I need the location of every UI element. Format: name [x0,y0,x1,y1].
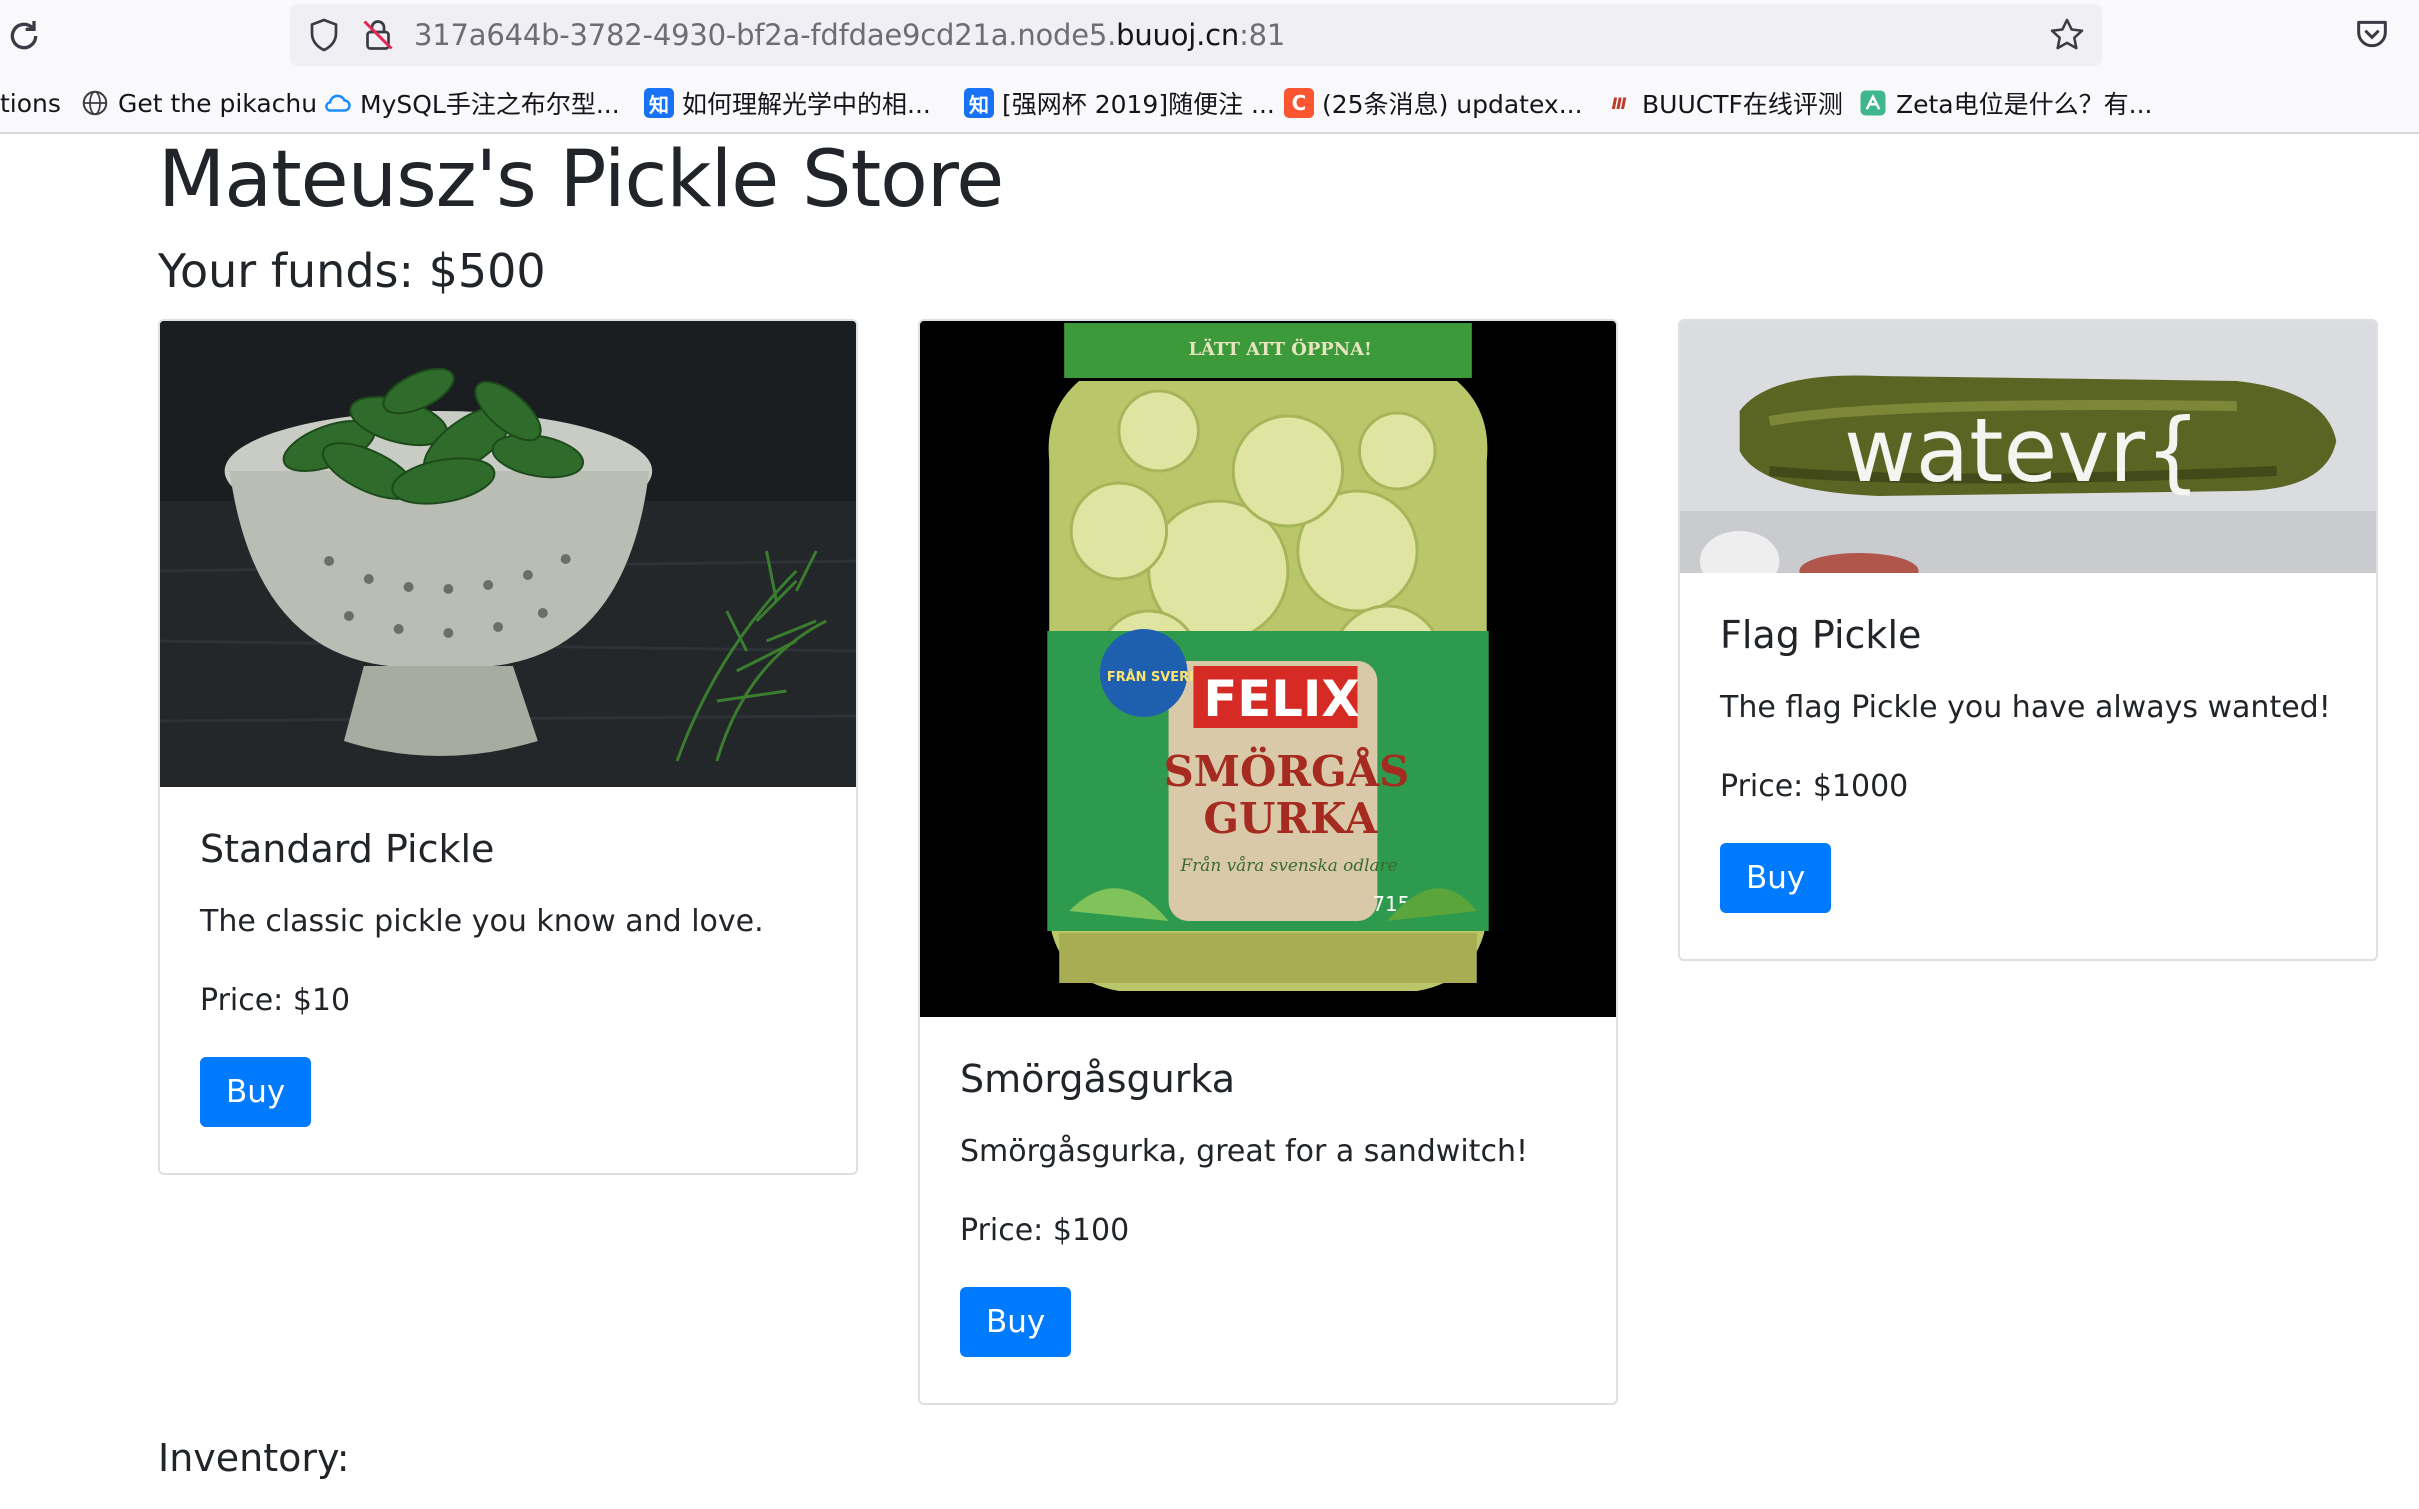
smorgasgurka-jar-image: LÄTT ATT ÖPPNA! FRÅN SVERIGE FELIX SMÖRG… [920,321,1616,1017]
product-card: watevr{ Flag Pickle The flag Pickle you … [1678,319,2378,961]
product-card: Standard Pickle The classic pickle you k… [158,319,858,1175]
product-name: Flag Pickle [1720,613,1922,657]
flag-pickle-text: watevr{ [1844,400,2201,502]
bookmark-star-icon[interactable] [2048,16,2086,54]
url-host: buuoj.cn [1116,18,1240,52]
browser-chrome: 317a644b-3782-4930-bf2a-fdfdae9cd21a.nod… [0,0,2419,134]
jar-product-line2: GURKA [1203,794,1377,843]
bookmark-item[interactable]: tions [0,84,61,122]
jar-brand-text: FELIX [1203,670,1359,728]
cloud-icon [325,94,351,112]
buuoj-icon: Ⅲ [1611,93,1627,113]
address-bar[interactable]: 317a644b-3782-4930-bf2a-fdfdae9cd21a.nod… [290,4,2102,66]
product-description: Smörgåsgurka, great for a sandwitch! [960,1133,1528,1169]
product-card: LÄTT ATT ÖPPNA! FRÅN SVERIGE FELIX SMÖRG… [918,319,1618,1405]
bookmark-item[interactable]: C (25条消息) updatex... [1284,84,1583,122]
bookmark-item[interactable]: Get the pikachu [80,84,317,122]
bookmark-item[interactable]: Zeta电位是什么？有... [1858,84,2152,122]
reload-icon[interactable] [4,16,44,56]
zeta-icon [1860,90,1886,116]
product-description: The flag Pickle you have always wanted! [1720,689,2331,725]
card-body: Flag Pickle The flag Pickle you have alw… [1680,573,2376,953]
jar-product-line1: SMÖRGÅS [1164,747,1410,796]
bookmark-item[interactable]: 知 如何理解光学中的相... [644,84,931,122]
url-prefix: 317a644b-3782-4930-bf2a-fdfdae9cd21a.nod… [414,18,1117,52]
buy-button[interactable]: Buy [200,1056,312,1128]
product-name: Smörgåsgurka [960,1057,1235,1101]
buy-button[interactable]: Buy [1720,842,1832,914]
bookmark-label: [强网杯 2019]随便注 ... [1002,90,1275,119]
bookmark-label: 如何理解光学中的相... [682,90,931,119]
bookmark-item[interactable]: MySQL手注之布尔型... [322,84,620,122]
jar-tagline: Från våra svenska odlare [1180,855,1398,875]
product-price: Price: $10 [200,982,351,1018]
insecure-lock-icon[interactable] [360,17,396,53]
bookmark-item[interactable]: Ⅲ BUUCTF在线评测 [1604,84,1843,122]
url-port: :81 [1239,18,1286,52]
standard-pickle-image [160,321,856,787]
inventory-heading: Inventory: [158,1436,350,1480]
flag-pickle-image: watevr{ [1680,321,2376,573]
card-body: Smörgåsgurka Smörgåsgurka, great for a s… [920,1017,1616,1397]
jar-lid-text: LÄTT ATT ÖPPNA! [1188,337,1371,360]
product-description: The classic pickle you know and love. [200,903,764,939]
card-body: Standard Pickle The classic pickle you k… [160,787,856,1167]
page-title: Mateusz's Pickle Store [158,135,1004,225]
product-price: Price: $100 [960,1212,1130,1248]
product-price: Price: $1000 [1720,768,1909,804]
bookmark-label: BUUCTF在线评测 [1642,90,1843,119]
url-text[interactable]: 317a644b-3782-4930-bf2a-fdfdae9cd21a.nod… [414,18,1285,52]
bookmark-label: (25条消息) updatex... [1322,90,1583,119]
pocket-icon[interactable] [2352,14,2392,54]
bookmark-label: Get the pikachu [118,88,318,118]
product-name: Standard Pickle [200,827,495,871]
bookmarks-toolbar: tions Get the pikachu MySQL手注之布尔型... 知 如… [0,80,2419,126]
funds-display: Your funds: $500 [158,244,546,298]
bookmark-label: Zeta电位是什么？有... [1896,90,2153,119]
csdn-icon: C [1284,88,1314,118]
shield-icon[interactable] [306,17,342,53]
bookmark-label: MySQL手注之布尔型... [360,90,620,119]
bookmark-item[interactable]: 知 [强网杯 2019]随便注 ... [964,84,1275,122]
buy-button[interactable]: Buy [960,1286,1072,1358]
zhihu-icon: 知 [964,88,994,118]
zhihu-icon: 知 [644,88,674,118]
globe-icon [82,90,108,116]
bookmark-label: tions [0,88,61,118]
